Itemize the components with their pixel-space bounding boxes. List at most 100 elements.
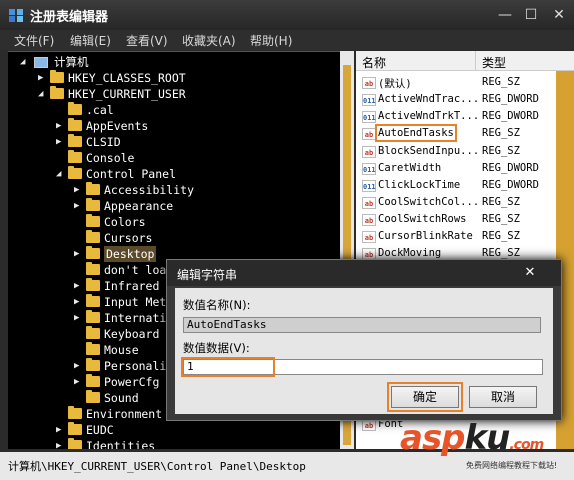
value-type: REG_DWORD (482, 110, 539, 122)
collapsed-arrow-icon[interactable]: ▶ (74, 310, 84, 326)
value-name: (默认) (378, 78, 412, 90)
folder-icon (86, 310, 100, 323)
tree-node-label: Mouse (104, 343, 139, 357)
expanded-arrow-icon[interactable]: ◢ (56, 166, 66, 182)
folder-icon (86, 214, 100, 227)
tree-node-label: Appearance (104, 199, 174, 213)
value-name: CaretWidth (378, 162, 442, 174)
expanded-arrow-icon[interactable]: ◢ (38, 86, 48, 102)
regedit-icon (9, 9, 23, 22)
values-header: 名称 类型 (356, 51, 574, 71)
folder-icon (68, 438, 82, 449)
tree-node-label: Internatio (104, 311, 174, 325)
folder-icon (86, 246, 100, 259)
string-value-icon: ab (362, 231, 376, 243)
value-type: REG_SZ (482, 213, 520, 225)
value-type: REG_SZ (482, 127, 520, 139)
value-type: REG_SZ (482, 247, 520, 259)
value-row[interactable]: ab CoolSwitchRows REG_SZ (356, 212, 556, 229)
edit-string-dialog: 编辑字符串 ✕ 数值名称(N): AutoEndTasks 数值数据(V): 1… (166, 259, 562, 421)
collapsed-arrow-icon[interactable]: ▶ (56, 134, 66, 150)
dword-value-icon: 011 (362, 163, 376, 175)
dialog-title-bar: 编辑字符串 ✕ (167, 260, 561, 286)
value-type: REG_SZ (482, 196, 520, 208)
tree-node-label: EUDC (86, 423, 114, 437)
folder-icon (86, 374, 100, 387)
value-row[interactable]: ab (默认) REG_SZ (356, 75, 556, 92)
value-name: ActiveWndTrac... (378, 93, 480, 105)
value-row[interactable]: 011 CaretWidth REG_DWORD (356, 161, 556, 178)
value-type: REG_DWORD (482, 179, 539, 191)
folder-icon (86, 230, 100, 243)
value-name: BlockSendInpu... (378, 145, 480, 157)
close-window-button[interactable]: ✕ (546, 5, 572, 25)
tree-node-label: HKEY_CLASSES_ROOT (68, 71, 186, 85)
string-value-icon: ab (362, 146, 376, 158)
column-header-type[interactable]: 类型 (482, 54, 506, 71)
column-divider[interactable] (475, 51, 476, 71)
value-row[interactable]: 011 ClickLockTime REG_DWORD (356, 178, 556, 195)
menu-help[interactable]: 帮助(H) (250, 32, 292, 49)
folder-icon (50, 70, 64, 83)
folder-icon (68, 406, 82, 419)
collapsed-arrow-icon[interactable]: ▶ (74, 374, 84, 390)
tree-node-label: Identities (86, 439, 156, 449)
value-name: AutoEndTasks (375, 124, 457, 142)
folder-icon (86, 358, 100, 371)
collapsed-arrow-icon[interactable]: ▶ (56, 422, 66, 438)
watermark-tagline: 免费网络编程教程下载站! (466, 461, 558, 470)
collapsed-arrow-icon[interactable]: ▶ (74, 278, 84, 294)
cancel-button[interactable]: 取消 (469, 386, 537, 408)
folder-icon (86, 294, 100, 307)
menu-view[interactable]: 查看(V) (126, 32, 168, 49)
tree-node-label: CLSID (86, 135, 121, 149)
folder-icon (86, 278, 100, 291)
collapsed-arrow-icon[interactable]: ▶ (74, 246, 84, 262)
minimize-button[interactable]: — (492, 5, 518, 25)
maximize-button[interactable]: ☐ (518, 5, 544, 25)
dialog-close-button[interactable]: ✕ (521, 264, 539, 282)
tree-node-label: Input Meth (104, 295, 174, 309)
value-type: REG_SZ (482, 230, 520, 242)
value-type: REG_DWORD (482, 93, 539, 105)
column-header-name[interactable]: 名称 (362, 54, 386, 71)
menu-file[interactable]: 文件(F) (14, 32, 54, 49)
folder-icon (86, 342, 100, 355)
value-row[interactable]: 011 ActiveWndTrkT... REG_DWORD (356, 109, 556, 126)
folder-icon (50, 86, 64, 99)
value-name: ClickLockTime (378, 179, 461, 191)
collapsed-arrow-icon[interactable]: ▶ (56, 118, 66, 134)
menu-favorites[interactable]: 收藏夹(A) (182, 32, 236, 49)
folder-icon (68, 102, 82, 115)
value-type: REG_SZ (482, 76, 520, 88)
collapsed-arrow-icon[interactable]: ▶ (56, 438, 66, 449)
folder-icon (68, 422, 82, 435)
collapsed-arrow-icon[interactable]: ▶ (74, 294, 84, 310)
string-value-icon: ab (362, 128, 376, 140)
folder-icon (86, 390, 100, 403)
window-title: 注册表编辑器 (30, 10, 109, 25)
value-row[interactable]: 011 ActiveWndTrac... REG_DWORD (356, 92, 556, 109)
tree-node-label: PowerCfg (104, 375, 160, 389)
value-row-autoendtasks[interactable]: ab AutoEndTasks REG_SZ (356, 124, 556, 143)
tree-node-label: don't load (104, 263, 174, 277)
value-name: CursorBlinkRate (378, 230, 473, 242)
collapsed-arrow-icon[interactable]: ▶ (38, 70, 48, 86)
collapsed-arrow-icon[interactable]: ▶ (74, 358, 84, 374)
collapsed-arrow-icon[interactable]: ▶ (74, 198, 84, 214)
collapsed-arrow-icon[interactable]: ▶ (74, 182, 84, 198)
value-row[interactable]: ab BlockSendInpu... REG_SZ (356, 144, 556, 161)
folder-icon (68, 150, 82, 163)
value-row[interactable]: ab CursorBlinkRate REG_SZ (356, 229, 556, 246)
tree-node-label: Sound (104, 391, 139, 405)
expanded-arrow-icon[interactable]: ◢ (20, 54, 30, 70)
dialog-body: 数值名称(N): AutoEndTasks 数值数据(V): 1 确定 取消 (175, 288, 553, 414)
folder-icon (86, 262, 100, 275)
value-row[interactable]: ab CoolSwitchCol... REG_SZ (356, 195, 556, 212)
menu-edit[interactable]: 编辑(E) (70, 32, 111, 49)
tree-node-label: HKEY_CURRENT_USER (68, 87, 186, 101)
tree-node-label: Control Panel (86, 167, 177, 181)
value-name: ActiveWndTrkT... (378, 110, 480, 122)
tree-node-label: Colors (104, 215, 146, 229)
folder-icon (86, 182, 100, 195)
